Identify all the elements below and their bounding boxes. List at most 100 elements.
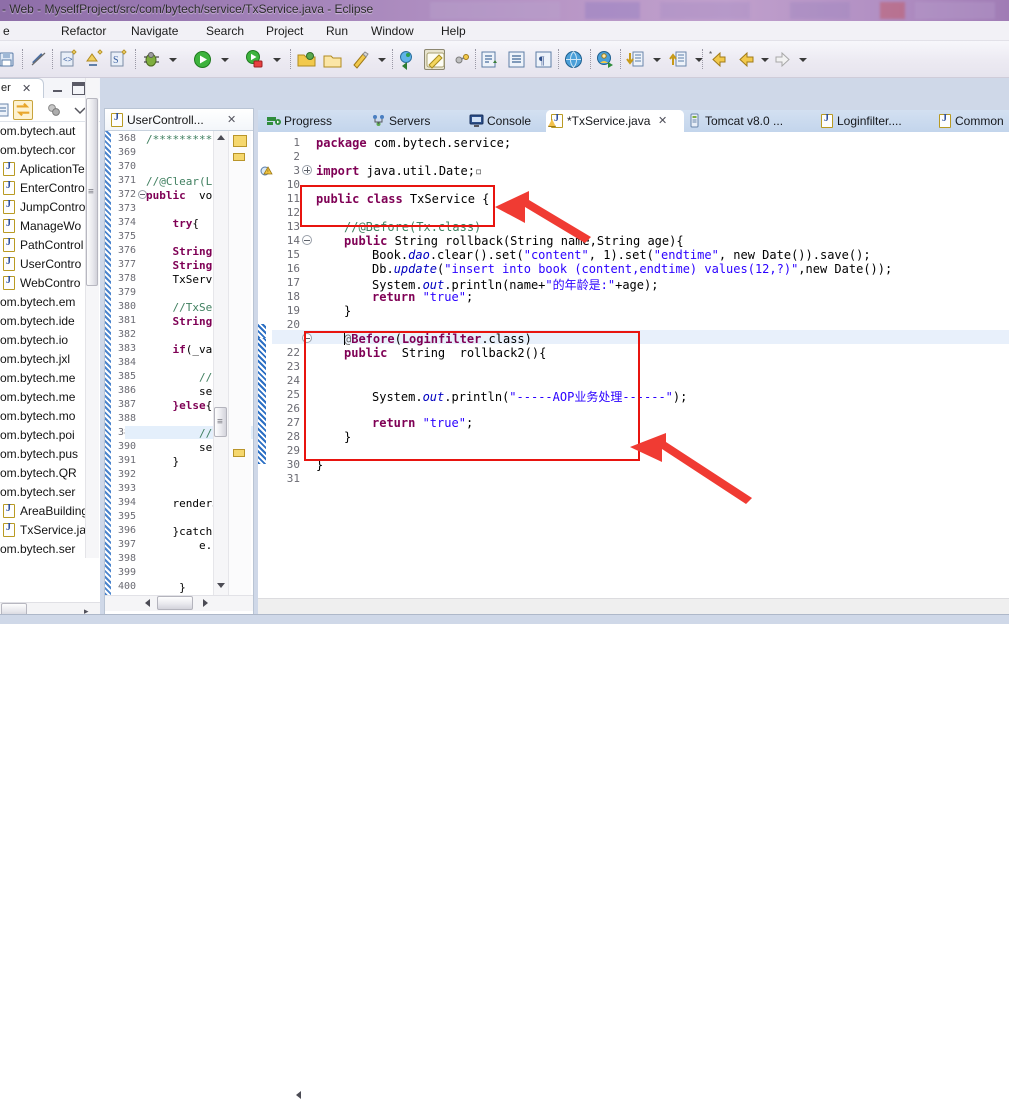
prev-annotation-icon[interactable] [668, 49, 689, 70]
editor-tab-tomcatv80[interactable]: Tomcat v8.0 ... [684, 110, 816, 132]
warning-icon[interactable]: ! [260, 165, 273, 177]
code-token: import [316, 164, 360, 178]
minimize-view-button[interactable] [52, 84, 63, 94]
validate-icon[interactable] [397, 49, 418, 70]
editor-tab-loginfilter[interactable]: Loginfilter.... [816, 110, 934, 132]
tree-item-label: EnterContro [20, 181, 85, 195]
close-icon[interactable]: ✕ [22, 82, 31, 95]
forward-dropdown-caret[interactable] [798, 56, 807, 64]
package-explorer-tab[interactable]: er ✕ [0, 78, 44, 98]
filter-icon[interactable] [44, 100, 64, 120]
run-server-icon[interactable] [244, 49, 265, 70]
editor-tab-progress[interactable]: Progress [263, 110, 368, 132]
code-token: ; [465, 416, 474, 430]
run-icon[interactable] [192, 49, 213, 70]
debug-icon[interactable] [141, 49, 162, 70]
line-number: 372 [117, 189, 136, 200]
menu-item-navigate[interactable]: Navigate [130, 24, 179, 38]
usercontroller-tab-label: UserControll... [127, 113, 204, 127]
usercontroller-tab[interactable]: UserControll... ✕ [105, 109, 253, 131]
mid-vertical-scrollbar[interactable] [213, 131, 228, 595]
menu-item-search[interactable]: Search [205, 24, 245, 38]
fold-toggle-icon[interactable] [302, 235, 312, 245]
code-token: ▫ [474, 164, 483, 178]
txservice-code-editor[interactable]: 1231011121314151617181920212223242526272… [258, 132, 1009, 598]
mid-hscroll-left-arrow[interactable] [145, 599, 154, 608]
highlight-icon[interactable] [424, 49, 445, 70]
paragraph-icon[interactable]: ¶ [533, 49, 554, 70]
java-file-icon [3, 503, 15, 518]
overview-marker[interactable] [233, 449, 245, 457]
menu-item-window[interactable]: Window [370, 24, 415, 38]
change-bar-segment [258, 338, 266, 464]
next-annotation-icon[interactable] [625, 49, 646, 70]
fold-toggle-icon[interactable] [302, 165, 312, 175]
editor-tab-strip: Progress Servers Console *TxService.java ✕ To… [258, 110, 1009, 132]
back-dropdown-caret[interactable] [760, 56, 769, 64]
mid-hscroll-right-arrow[interactable] [203, 599, 212, 608]
toolbar-separator [475, 49, 476, 69]
tree-item-label: om.bytech.QR [0, 466, 77, 480]
main-toolbar: <> S ¶ * [0, 41, 1009, 78]
maximize-view-button[interactable] [72, 82, 85, 95]
servers-icon [371, 113, 386, 128]
line-number: 1 [293, 136, 300, 149]
mid-overview-ruler[interactable] [228, 131, 251, 595]
line-number: 383 [117, 343, 136, 354]
debug-dropdown-caret[interactable] [168, 56, 177, 64]
overview-marker[interactable] [233, 153, 245, 161]
forward-icon[interactable] [772, 49, 793, 70]
outline-icon[interactable] [506, 49, 527, 70]
open-folder-icon[interactable] [296, 49, 317, 70]
paint-dropdown-caret[interactable] [377, 56, 386, 64]
editor-tab-servers[interactable]: Servers [368, 110, 466, 132]
menu-item-truncated[interactable]: e [2, 24, 11, 38]
overview-marker[interactable] [233, 135, 247, 147]
mid-scroll-up-arrow[interactable] [217, 135, 226, 142]
collapse-all-icon[interactable] [0, 100, 12, 120]
close-icon[interactable]: ✕ [227, 113, 236, 126]
code-line: package com.bytech.service; [316, 136, 511, 150]
close-icon[interactable]: ✕ [658, 114, 667, 127]
person-globe-icon[interactable] [595, 49, 616, 70]
link-icon[interactable] [452, 49, 473, 70]
line-number: 396 [117, 525, 136, 536]
tree-vscroll-thumb[interactable] [86, 98, 98, 286]
back-icon[interactable] [736, 49, 757, 70]
menu-item-help[interactable]: Help [440, 24, 467, 38]
globe-icon[interactable] [563, 49, 584, 70]
run-server-dropdown-caret[interactable] [272, 56, 281, 64]
save-icon[interactable] [0, 49, 17, 70]
back-star-icon[interactable]: * [708, 49, 729, 70]
line-number: 22 [286, 346, 300, 359]
editor-tab-common[interactable]: Common [934, 110, 1009, 132]
export-icon[interactable] [322, 49, 343, 70]
open-type-icon[interactable] [479, 49, 500, 70]
menu-item-run[interactable]: Run [325, 24, 349, 38]
svg-text:<>: <> [63, 56, 73, 65]
editor-hscroll-left-arrow[interactable] [296, 1091, 305, 1100]
link-break-icon[interactable] [28, 49, 49, 70]
editor-tab-txservicejava[interactable]: *TxService.java ✕ [546, 110, 684, 132]
new-servlet-icon[interactable]: S [108, 49, 129, 70]
fold-toggle-icon[interactable] [302, 333, 312, 343]
mid-vscroll-thumb[interactable] [214, 407, 227, 437]
next-annotation-caret[interactable] [652, 56, 661, 64]
link-with-editor-icon[interactable] [13, 100, 33, 120]
line-number: 15 [286, 248, 300, 261]
new-java-class-icon[interactable]: <> [58, 49, 79, 70]
editor-horizontal-scrollbar[interactable] [258, 598, 1009, 1099]
window-title-bar: - Web - MyselfProject/src/com/bytech/ser… [0, 0, 1009, 21]
new-java-package-icon[interactable] [83, 49, 104, 70]
run-dropdown-caret[interactable] [220, 56, 229, 64]
mid-scroll-down-arrow[interactable] [217, 583, 226, 590]
code-line: } [316, 304, 351, 318]
paint-brush-icon[interactable] [350, 49, 371, 70]
menu-item-project[interactable]: Project [265, 24, 304, 38]
code-line: public class TxService { [316, 192, 489, 206]
mid-hscroll-thumb[interactable] [157, 596, 193, 610]
titlebar-blur-2 [585, 2, 640, 19]
line-number: 370 [117, 161, 136, 172]
package-explorer-view: er ✕ om.bytech.aut om.bytech.cor Aplicatio… [0, 78, 100, 624]
menu-item-refactor[interactable]: Refactor [60, 24, 107, 38]
